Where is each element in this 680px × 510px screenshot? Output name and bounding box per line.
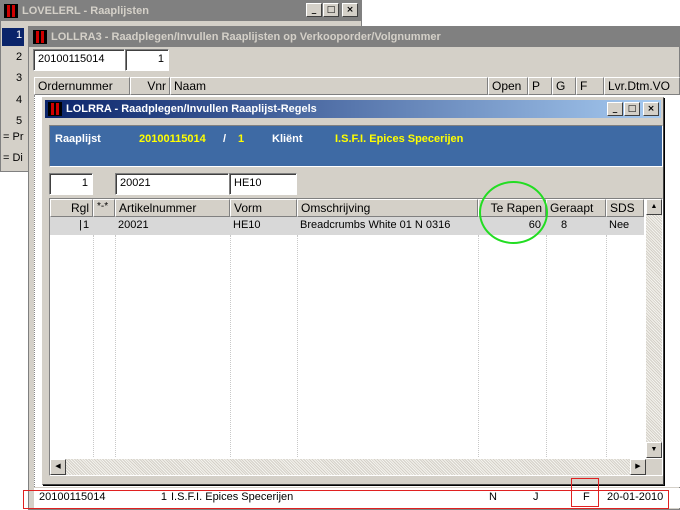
- row-artikelnummer: 20021: [118, 219, 149, 231]
- front-window-controls: _ □ ×: [606, 102, 659, 116]
- col-p[interactable]: P: [528, 77, 552, 95]
- minimize-icon[interactable]: _: [607, 102, 623, 116]
- row-vorm: HE10: [233, 219, 261, 231]
- close-icon[interactable]: ×: [643, 102, 659, 116]
- raaplijst-separator: /: [223, 133, 227, 145]
- client-value: I.S.F.I. Epices Specerijen: [335, 133, 464, 145]
- scroll-up-icon[interactable]: ▲: [646, 199, 662, 215]
- red-annotation-f: [571, 478, 599, 507]
- col-rgl[interactable]: Rgl: [50, 199, 93, 217]
- front-window-title: LOLRRA - Raadplegen/Invullen Raaplijst-R…: [66, 103, 317, 115]
- background-window-controls: _ □ ×: [305, 3, 358, 17]
- maximize-icon[interactable]: □: [624, 102, 640, 116]
- side-label-pr: = Pr: [3, 131, 24, 143]
- col-artikelnummer[interactable]: Artikelnummer: [115, 199, 230, 217]
- col-naam[interactable]: Naam: [170, 77, 488, 95]
- scroll-corner: [646, 459, 662, 475]
- order-number-field[interactable]: 20100115014: [33, 49, 125, 71]
- col-omschrijving[interactable]: Omschrijving: [297, 199, 478, 217]
- vorm-filter-field[interactable]: HE10: [229, 173, 297, 195]
- horizontal-scrollbar[interactable]: [50, 459, 646, 475]
- col-marker[interactable]: *-*: [93, 199, 115, 217]
- col-f[interactable]: F: [576, 77, 604, 95]
- col-vorm[interactable]: Vorm: [230, 199, 297, 217]
- raaplijst-value: 20100115014: [139, 133, 206, 145]
- client-label: Kliënt: [272, 133, 303, 145]
- maximize-icon[interactable]: □: [323, 3, 339, 17]
- side-label-di: = Di: [3, 152, 23, 164]
- scroll-down-icon[interactable]: ▼: [646, 442, 662, 458]
- side-row-4[interactable]: 4: [2, 93, 24, 109]
- raaplijst-seq: 1: [238, 133, 245, 145]
- regel-filter-field[interactable]: 1: [49, 173, 93, 195]
- col-geraapt[interactable]: Geraapt: [546, 199, 606, 217]
- col-open[interactable]: Open: [488, 77, 528, 95]
- row-sds: Nee: [609, 219, 630, 231]
- table-row[interactable]: | 1 20021 HE10 Breadcrumbs White 01 N 03…: [50, 217, 644, 235]
- raaplijst-label: Raaplijst: [55, 133, 101, 145]
- row-rgl: 1: [83, 219, 90, 231]
- app-logo-icon: [48, 102, 62, 116]
- side-row-2[interactable]: 2: [2, 50, 24, 66]
- col-lvr-dtm-vo[interactable]: Lvr.Dtm.VO: [604, 77, 680, 95]
- vertical-scrollbar[interactable]: [646, 199, 662, 458]
- front-window-titlebar[interactable]: LOLRRA - Raadplegen/Invullen Raaplijst-R…: [45, 100, 661, 118]
- background-window-titlebar[interactable]: LOVELERL - Raaplijsten _ □ ×: [1, 1, 361, 21]
- side-row-3[interactable]: 3: [2, 71, 24, 87]
- col-g[interactable]: G: [552, 77, 576, 95]
- scroll-left-icon[interactable]: ◀: [50, 459, 66, 475]
- artikel-filter-field[interactable]: 20021: [115, 173, 229, 195]
- background-window-title: LOVELERL - Raaplijsten: [22, 5, 149, 17]
- side-row-5[interactable]: 5: [2, 114, 24, 130]
- app-logo-icon: [4, 4, 18, 18]
- minimize-icon[interactable]: _: [306, 3, 322, 17]
- side-row-1[interactable]: 1: [2, 28, 24, 46]
- col-ordernummer[interactable]: Ordernummer: [34, 77, 130, 95]
- middle-window-title: LOLLRA3 - Raadplegen/Invullen Raaplijste…: [51, 31, 441, 43]
- col-sds[interactable]: SDS: [606, 199, 644, 217]
- col-vnr[interactable]: Vnr: [130, 77, 170, 95]
- row-geraapt: 8: [561, 219, 568, 231]
- middle-window-titlebar[interactable]: LOLLRA3 - Raadplegen/Invullen Raaplijste…: [29, 27, 679, 47]
- raaplijst-info-panel: Raaplijst 20100115014 / 1 Kliënt I.S.F.I…: [49, 125, 663, 167]
- close-icon[interactable]: ×: [342, 3, 358, 17]
- table-column-lines: [50, 235, 644, 457]
- sequence-field[interactable]: 1: [125, 49, 169, 71]
- row-omschrijving: Breadcrumbs White 01 N 0316: [300, 219, 451, 231]
- green-annotation-circle: [479, 181, 548, 244]
- app-logo-icon: [33, 30, 47, 44]
- scroll-right-icon[interactable]: ▶: [630, 459, 646, 475]
